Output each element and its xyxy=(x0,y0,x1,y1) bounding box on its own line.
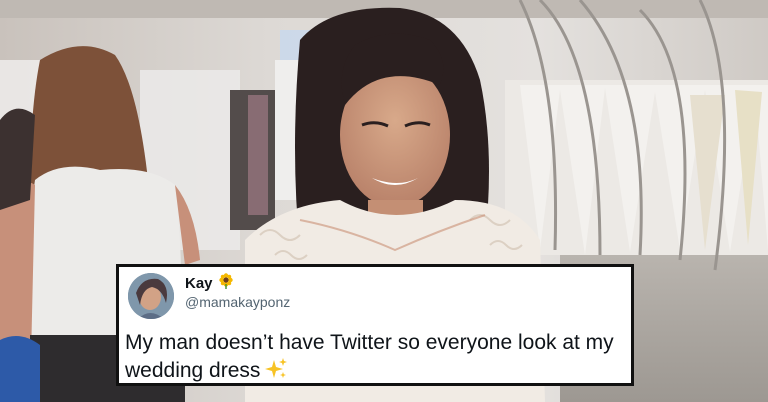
tweet-card: Kay @mamakayponz My man doesn’t have Twi… xyxy=(116,264,634,386)
user-handle[interactable]: @mamakayponz xyxy=(185,294,290,310)
sunflower-icon xyxy=(218,273,234,294)
avatar[interactable] xyxy=(128,273,174,319)
tweet-text-block: My man doesn’t have Twitter so everyone … xyxy=(125,329,625,389)
author-row: Kay xyxy=(185,273,234,294)
sparkles-icon xyxy=(264,357,288,389)
tweet-text: My man doesn’t have Twitter so everyone … xyxy=(125,331,614,382)
display-name[interactable]: Kay xyxy=(185,275,213,292)
